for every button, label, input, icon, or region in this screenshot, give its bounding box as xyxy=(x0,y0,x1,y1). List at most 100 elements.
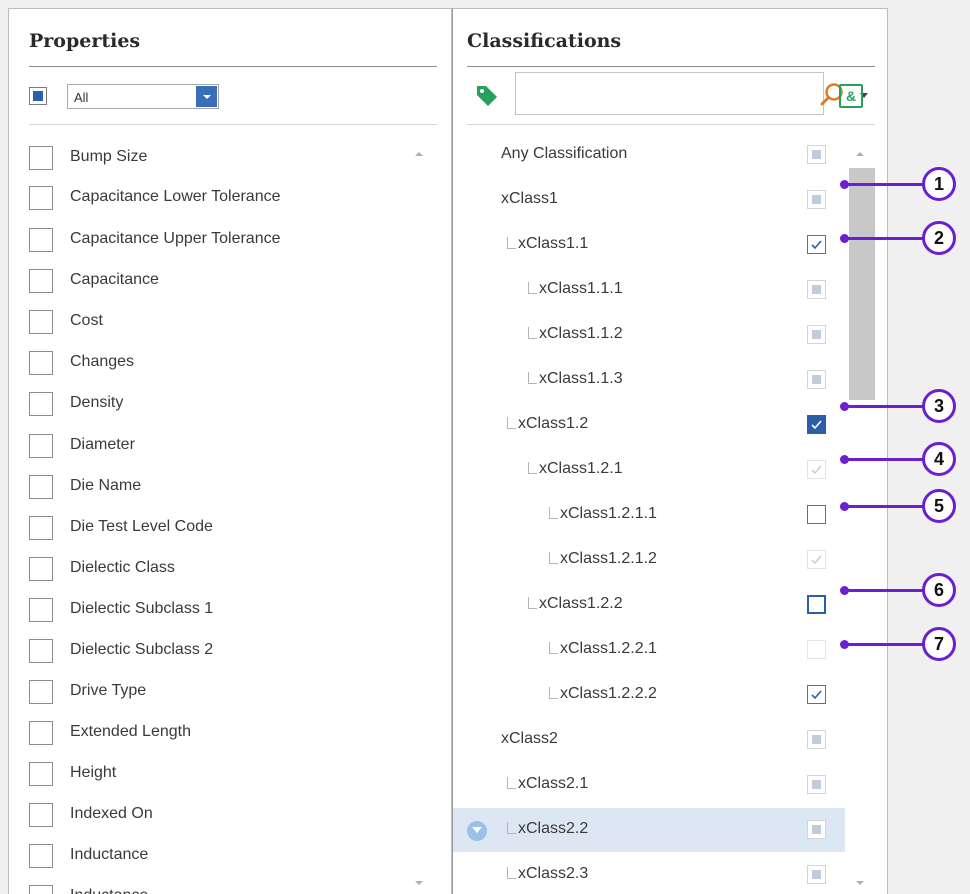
property-checkbox[interactable] xyxy=(29,269,53,293)
tree-node-label: xClass1.2.1.1 xyxy=(560,505,657,522)
tree-node-checkbox[interactable] xyxy=(807,505,826,524)
tree-node[interactable]: xClass1.1.1 xyxy=(453,268,845,312)
property-checkbox[interactable] xyxy=(29,762,53,786)
divider xyxy=(29,66,437,67)
property-checkbox[interactable] xyxy=(29,680,53,704)
scroll-down-icon[interactable] xyxy=(415,881,423,885)
property-label: Dielectic Subclass 2 xyxy=(70,641,214,658)
property-checkbox[interactable] xyxy=(29,146,53,170)
tag-icon[interactable] xyxy=(475,83,499,107)
property-label: Height xyxy=(70,764,117,781)
tree-node[interactable]: xClass2.1 xyxy=(453,763,845,807)
property-label: Density xyxy=(70,394,124,411)
callout-line xyxy=(844,237,924,240)
property-checkbox[interactable] xyxy=(29,844,53,868)
funnel-icon[interactable] xyxy=(467,821,487,841)
property-checkbox[interactable] xyxy=(29,228,53,252)
property-checkbox[interactable] xyxy=(29,885,53,894)
tree-node-label: xClass1.2.1.2 xyxy=(560,550,657,567)
property-checkbox[interactable] xyxy=(29,475,53,499)
tree-node-label: xClass1.1.3 xyxy=(539,370,623,387)
callout-number: 7 xyxy=(922,627,956,661)
property-checkbox[interactable] xyxy=(29,803,53,827)
tree-node-checkbox[interactable] xyxy=(807,370,826,389)
tree-node[interactable]: xClass1.2.2.1 xyxy=(453,628,845,672)
property-label: Extended Length xyxy=(70,723,191,740)
callout-number: 4 xyxy=(922,442,956,476)
tree-node-checkbox[interactable] xyxy=(807,775,826,794)
divider xyxy=(467,124,875,125)
tree-node[interactable]: xClass1.2 xyxy=(453,403,845,447)
tree-node-checkbox[interactable] xyxy=(807,550,826,569)
and-operator-button[interactable]: & xyxy=(839,84,863,108)
tree-node-checkbox[interactable] xyxy=(807,235,826,254)
property-checkbox[interactable] xyxy=(29,434,53,458)
tree-connector xyxy=(528,597,537,609)
property-label: Drive Type xyxy=(70,682,147,699)
tree-node-label: xClass2.1 xyxy=(518,775,589,792)
property-checkbox[interactable] xyxy=(29,310,53,334)
tree-node[interactable]: xClass1.1.2 xyxy=(453,313,845,357)
chevron-down-icon[interactable] xyxy=(196,86,217,107)
tree-node-checkbox[interactable] xyxy=(807,685,826,704)
scroll-up-icon[interactable] xyxy=(415,152,423,156)
property-checkbox[interactable] xyxy=(29,557,53,581)
property-filter-dropdown[interactable]: All xyxy=(67,84,219,109)
tree-node-label: xClass1.2.2 xyxy=(539,595,623,612)
classification-search-field[interactable] xyxy=(515,72,868,115)
tree-node-checkbox[interactable] xyxy=(807,640,826,659)
tree-node-checkbox[interactable] xyxy=(807,820,826,839)
tree-node[interactable]: Any Classification xyxy=(453,133,845,177)
property-label: Inductance xyxy=(70,846,149,863)
tree-node[interactable]: xClass1.1.3 xyxy=(453,358,845,402)
tree-node-checkbox[interactable] xyxy=(807,190,826,209)
tree-node[interactable]: xClass1.2.2.2 xyxy=(453,673,845,717)
tree-node-label: xClass1.2.2.1 xyxy=(560,640,657,657)
tree-node[interactable]: xClass2.2 xyxy=(453,808,845,852)
property-label: Die Test Level Code xyxy=(70,518,213,535)
tree-node-checkbox[interactable] xyxy=(807,145,826,164)
filter-value: All xyxy=(74,90,89,105)
property-checkbox[interactable] xyxy=(29,721,53,745)
tree-node-checkbox[interactable] xyxy=(807,415,826,434)
tree-node-checkbox[interactable] xyxy=(807,730,826,749)
property-checkbox[interactable] xyxy=(29,598,53,622)
property-checkbox[interactable] xyxy=(29,639,53,663)
tree-node-checkbox[interactable] xyxy=(807,595,826,614)
tree-node[interactable]: xClass1.2.1.2 xyxy=(453,538,845,582)
callout-dot xyxy=(840,234,849,243)
property-list-scrollbar[interactable] xyxy=(411,134,427,894)
callout-dot xyxy=(840,180,849,189)
tree-node-label: xClass1.2.2.2 xyxy=(560,685,657,702)
tree-node-label: xClass1.2.1 xyxy=(539,460,623,477)
property-checkbox[interactable] xyxy=(29,516,53,540)
scroll-down-icon[interactable] xyxy=(856,881,864,885)
property-label: Die Name xyxy=(70,477,142,494)
scrollbar-thumb[interactable] xyxy=(849,168,875,400)
tree-node[interactable]: xClass2.3 xyxy=(453,853,845,894)
tree-node[interactable]: xClass1.1 xyxy=(453,223,845,267)
tree-node-checkbox[interactable] xyxy=(807,325,826,344)
callout-line xyxy=(844,589,924,592)
classifications-title: Classifications xyxy=(467,30,622,52)
tree-node[interactable]: xClass1.2.1.1 xyxy=(453,493,845,537)
property-checkbox[interactable] xyxy=(29,351,53,375)
property-checkbox[interactable] xyxy=(29,186,53,210)
tree-node[interactable]: xClass2 xyxy=(453,718,845,762)
property-label: Bump Size xyxy=(70,148,148,165)
tree-node-label: xClass2 xyxy=(501,730,558,747)
select-all-checkbox[interactable] xyxy=(29,87,47,105)
classifications-panel: Classifications & Any Classification xCla… xyxy=(452,8,888,894)
tree-node[interactable]: xClass1 xyxy=(453,178,845,222)
tree-node-checkbox[interactable] xyxy=(807,865,826,884)
tree-node[interactable]: xClass1.2.1 xyxy=(453,448,845,492)
property-checkbox[interactable] xyxy=(29,392,53,416)
callout-number: 6 xyxy=(922,573,956,607)
scroll-up-icon[interactable] xyxy=(856,152,864,156)
tree-node-checkbox[interactable] xyxy=(807,460,826,479)
tree-connector xyxy=(507,822,516,834)
tree-node-checkbox[interactable] xyxy=(807,280,826,299)
tree-connector xyxy=(528,282,537,294)
property-label: Indexed On xyxy=(70,805,153,822)
tree-node[interactable]: xClass1.2.2 xyxy=(453,583,845,627)
